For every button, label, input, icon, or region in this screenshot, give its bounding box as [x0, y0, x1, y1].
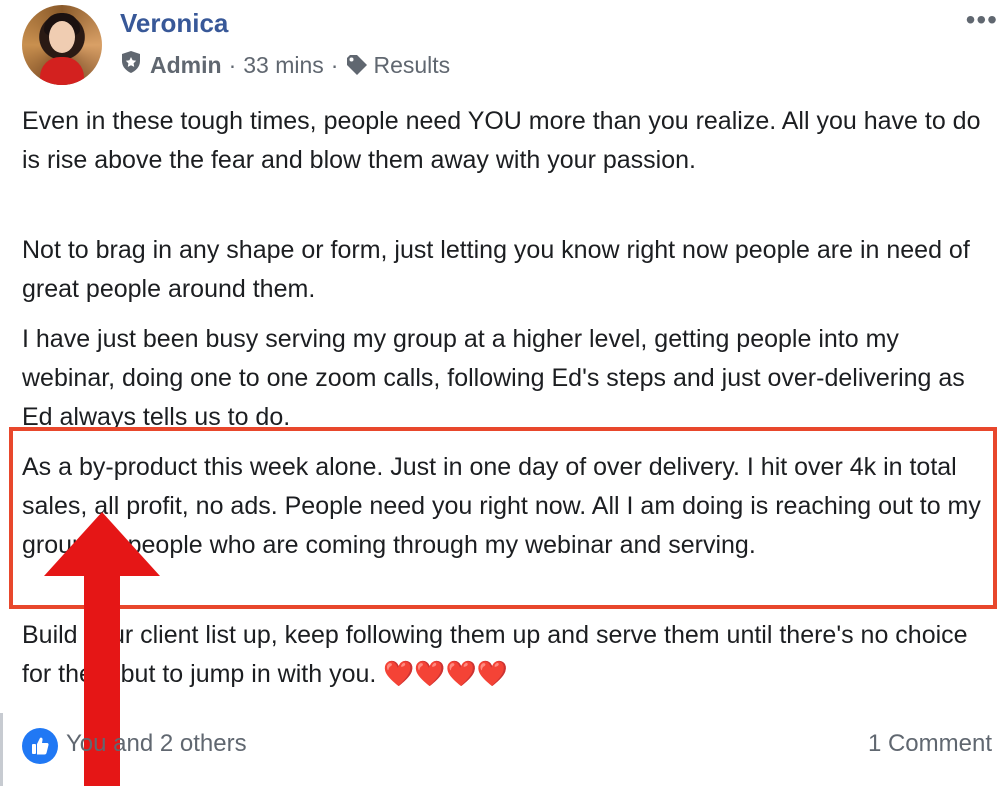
avatar[interactable]: [22, 5, 102, 85]
admin-badge: Admin: [150, 51, 222, 78]
avatar-shirt: [40, 57, 84, 85]
comments-count[interactable]: 1 Comment: [868, 730, 992, 758]
more-dots-icon[interactable]: •••: [966, 4, 998, 36]
reactions-count[interactable]: You and 2 others: [66, 730, 247, 758]
post-time[interactable]: 33 mins: [243, 52, 324, 79]
hearts-emoji: ❤️❤️❤️❤️: [383, 660, 508, 688]
arrow-head: [44, 512, 160, 576]
facebook-post: Veronica Admin · 33 mins · Results ••• E…: [0, 0, 1006, 786]
post-meta: Admin · 33 mins · Results: [120, 50, 450, 80]
post-paragraph: Even in these tough times, people need Y…: [22, 107, 981, 174]
footer-divider: [0, 713, 3, 786]
meta-separator: ·: [330, 51, 339, 78]
post-paragraph: Not to brag in any shape or form, just l…: [22, 236, 970, 303]
post-paragraph: I have just been busy serving my group a…: [22, 325, 965, 431]
avatar-face: [49, 21, 75, 53]
thumbs-up-icon[interactable]: [22, 728, 58, 764]
shield-icon: [120, 50, 142, 80]
author-name[interactable]: Veronica: [120, 8, 228, 39]
tag-icon: [345, 54, 369, 76]
post-topic[interactable]: Results: [373, 52, 450, 79]
meta-separator: ·: [228, 51, 237, 78]
post-paragraph: Build your client list up, keep followin…: [22, 616, 987, 694]
